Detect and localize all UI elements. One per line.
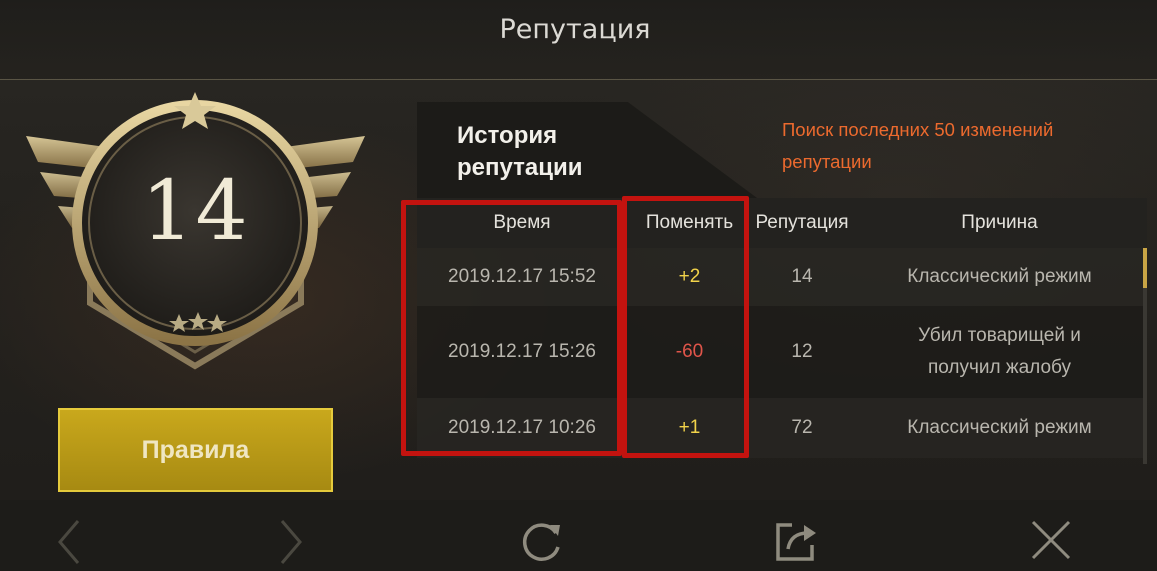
rules-button[interactable]: Правила — [58, 408, 333, 492]
scrollbar-thumb[interactable] — [1143, 248, 1147, 288]
highlight-box-time — [401, 200, 622, 456]
chevron-left-icon[interactable] — [54, 517, 84, 567]
history-title-line1: История — [457, 122, 558, 149]
cell-reputation: 14 — [791, 266, 813, 287]
chevron-right-icon[interactable] — [276, 517, 306, 567]
close-icon[interactable] — [1028, 517, 1074, 563]
column-header-reason: Причина — [961, 212, 1038, 233]
header-bar: Репутация — [0, 0, 1157, 80]
search-note: Поиск последних 50 изменений репутации — [782, 119, 1054, 172]
reputation-score: 14 — [141, 164, 250, 259]
cell-reason: Классический режим — [907, 417, 1092, 438]
cell-reason: Классический режим — [907, 266, 1092, 287]
history-title-line2: репутации — [457, 154, 583, 181]
cell-reputation: 72 — [791, 417, 813, 438]
cell-reason-line2: получил жалобу — [927, 357, 1071, 378]
cell-reputation: 12 — [791, 341, 813, 362]
share-icon[interactable] — [772, 517, 820, 565]
bottom-toolbar — [0, 500, 1157, 571]
reputation-badge: 14 — [18, 88, 373, 378]
cell-reason-line1: Убил товарищей и — [918, 325, 1081, 346]
refresh-icon[interactable] — [518, 517, 566, 565]
page-title: Репутация — [499, 14, 651, 45]
history-title: История репутации — [457, 120, 657, 184]
column-header-reputation: Репутация — [755, 212, 849, 233]
highlight-box-change — [622, 196, 749, 458]
cell-reason: Убил товарищей и получил жалобу — [852, 306, 1147, 398]
